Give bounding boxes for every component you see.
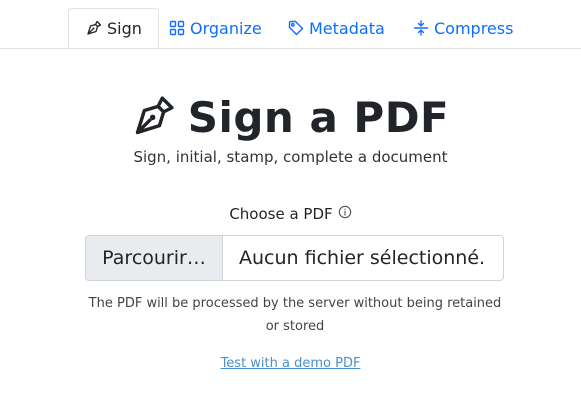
demo-pdf-link[interactable]: Test with a demo PDF	[221, 356, 361, 371]
choose-pdf-label: Choose a PDF	[0, 205, 581, 223]
tab-compress[interactable]: Compress	[413, 8, 513, 48]
compress-arrows-icon	[413, 20, 429, 36]
grid-icon	[169, 20, 185, 36]
choose-pdf-text: Choose a PDF	[229, 205, 333, 223]
tab-compress-label: Compress	[434, 18, 514, 38]
info-circle-icon[interactable]	[338, 205, 352, 223]
tag-icon	[288, 20, 304, 36]
processing-help-text: The PDF will be processed by the server …	[88, 296, 502, 334]
browse-button[interactable]: Parcourir…	[86, 236, 223, 280]
pdf-file-input[interactable]: Parcourir… Aucun fichier sélectionné.	[85, 235, 504, 281]
tab-sign-label: Sign	[107, 18, 142, 38]
pen-nib-icon	[86, 20, 102, 36]
tab-sign[interactable]: Sign	[68, 8, 159, 48]
tab-bar: Sign Organize Metadata Compress	[0, 0, 581, 49]
page-heading: Sign a PDF	[0, 90, 581, 146]
tab-organize-label: Organize	[190, 18, 262, 38]
tab-organize[interactable]: Organize	[169, 8, 262, 48]
demo-link-container: Test with a demo PDF	[0, 356, 581, 371]
file-status-text: Aucun fichier sélectionné.	[239, 247, 486, 269]
tab-metadata[interactable]: Metadata	[288, 8, 385, 48]
page-subtitle: Sign, initial, stamp, complete a documen…	[133, 148, 448, 166]
tab-metadata-label: Metadata	[309, 18, 385, 38]
pen-nib-icon	[132, 94, 176, 142]
page-title: Sign a PDF	[187, 93, 450, 142]
